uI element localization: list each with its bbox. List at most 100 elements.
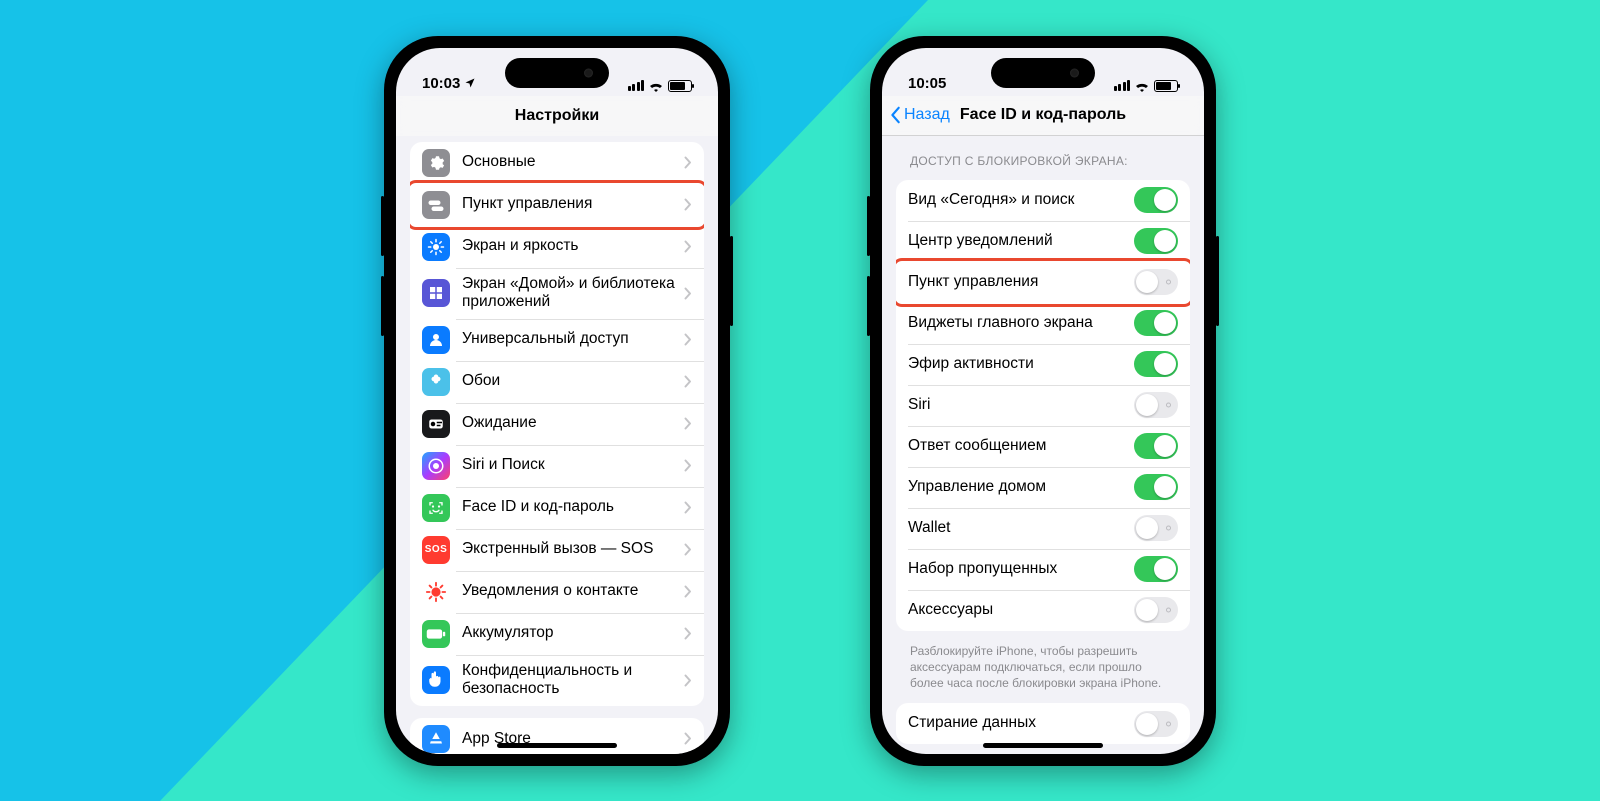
chevron-right-icon: [684, 501, 692, 514]
toggle-return-missed[interactable]: [1134, 556, 1178, 582]
cellular-icon: [1114, 80, 1131, 91]
toggle-reply-msg[interactable]: [1134, 433, 1178, 459]
chevron-right-icon: [684, 375, 692, 388]
row-label: Эфир активности: [908, 355, 1134, 374]
wifi-icon: [1134, 80, 1150, 92]
row-label: Управление домом: [908, 478, 1134, 497]
cellular-icon: [628, 80, 645, 91]
settings-row-privacy[interactable]: Конфиденциальность и безопасность: [410, 655, 704, 706]
toggle-row-siri: Siri: [896, 385, 1190, 426]
row-label: Центр уведомлений: [908, 232, 1134, 251]
faceid-settings-list[interactable]: ДОСТУП С БЛОКИРОВКОЙ ЭКРАНА: Вид «Сегодня…: [882, 136, 1204, 754]
siri-icon: [422, 452, 450, 480]
row-label: Siri и Поиск: [462, 456, 684, 475]
navbar: Назад Face ID и код-пароль: [882, 96, 1204, 136]
settings-row-faceid[interactable]: Face ID и код-пароль: [410, 487, 704, 529]
chevron-right-icon: [684, 459, 692, 472]
toggle-row-return-missed: Набор пропущенных: [896, 549, 1190, 590]
toggle-wallet[interactable]: [1134, 515, 1178, 541]
toggle-today[interactable]: [1134, 187, 1178, 213]
home-indicator[interactable]: [497, 743, 617, 748]
control-center-icon: [422, 191, 450, 219]
toggle-siri[interactable]: [1134, 392, 1178, 418]
settings-row-accessibility[interactable]: Универсальный доступ: [410, 319, 704, 361]
page-title: Face ID и код-пароль: [960, 106, 1126, 124]
accessibility-icon: [422, 326, 450, 354]
toggle-control-center[interactable]: [1134, 269, 1178, 295]
toggle-home-control[interactable]: [1134, 474, 1178, 500]
settings-row-exposure[interactable]: Уведомления о контакте: [410, 571, 704, 613]
settings-row-standby[interactable]: Ожидание: [410, 403, 704, 445]
display-icon: [422, 233, 450, 261]
phone-right: 10:05 Назад Face ID и код-пароль ДОСТУП: [870, 36, 1216, 766]
row-label: Виджеты главного экрана: [908, 314, 1134, 333]
toggle-row-home-widgets: Виджеты главного экрана: [896, 303, 1190, 344]
row-label: Аккумулятор: [462, 624, 684, 643]
settings-row-appstore[interactable]: App Store: [410, 718, 704, 754]
chevron-right-icon: [684, 585, 692, 598]
chevron-right-icon: [684, 333, 692, 346]
settings-row-home-screen[interactable]: Экран «Домой» и библиотека приложений: [410, 268, 704, 319]
settings-row-general[interactable]: Основные: [410, 142, 704, 184]
chevron-right-icon: [684, 627, 692, 640]
sos-icon: SOS: [422, 536, 450, 564]
accessories-footer: Разблокируйте iPhone, чтобы разрешить ак…: [910, 643, 1176, 692]
phone-left: 10:03 Настройки Основные Пункт управления…: [384, 36, 730, 766]
settings-row-control-center[interactable]: Пункт управления: [410, 184, 704, 226]
settings-row-sos[interactable]: SOS Экстренный вызов — SOS: [410, 529, 704, 571]
back-button[interactable]: Назад: [890, 106, 950, 124]
settings-row-display[interactable]: Экран и яркость: [410, 226, 704, 268]
settings-row-battery[interactable]: Аккумулятор: [410, 613, 704, 655]
location-icon: [464, 77, 476, 89]
row-label: Стирание данных: [908, 714, 1134, 733]
row-label: Siri: [908, 396, 1134, 415]
toggle-row-wallet: Wallet: [896, 508, 1190, 549]
dynamic-island: [991, 58, 1095, 88]
settings-row-wallpaper[interactable]: Обои: [410, 361, 704, 403]
lockscreen-access-header: ДОСТУП С БЛОКИРОВКОЙ ЭКРАНА:: [910, 154, 1176, 168]
toggle-row-reply-msg: Ответ сообщением: [896, 426, 1190, 467]
dynamic-island: [505, 58, 609, 88]
settings-list[interactable]: Основные Пункт управления Экран и яркость Э…: [396, 136, 718, 754]
back-label: Назад: [904, 106, 950, 124]
chevron-right-icon: [684, 674, 692, 687]
settings-row-siri[interactable]: Siri и Поиск: [410, 445, 704, 487]
toggle-accessories[interactable]: [1134, 597, 1178, 623]
row-label: Wallet: [908, 519, 1134, 538]
status-time: 10:03: [422, 75, 460, 92]
chevron-right-icon: [684, 287, 692, 300]
row-label: Пункт управления: [908, 273, 1134, 292]
row-label: Ожидание: [462, 414, 684, 433]
row-label: Экран «Домой» и библиотека приложений: [462, 275, 684, 312]
toggle-home-widgets[interactable]: [1134, 310, 1178, 336]
home-indicator[interactable]: [983, 743, 1103, 748]
toggle-live-activities[interactable]: [1134, 351, 1178, 377]
row-label: Обои: [462, 372, 684, 391]
exposure-icon: [422, 578, 450, 606]
row-label: Набор пропущенных: [908, 560, 1134, 579]
toggle-row-erase-data: Стирание данных: [896, 703, 1190, 744]
row-label: Универсальный доступ: [462, 330, 684, 349]
row-label: Вид «Сегодня» и поиск: [908, 191, 1134, 210]
row-label: Конфиденциальность и безопасность: [462, 662, 684, 699]
row-label: Экстренный вызов — SOS: [462, 540, 684, 559]
row-label: Уведомления о контакте: [462, 582, 684, 601]
row-label: Основные: [462, 153, 684, 172]
status-time: 10:05: [908, 75, 946, 92]
standby-icon: [422, 410, 450, 438]
row-label: Экран и яркость: [462, 237, 684, 256]
appstore-icon: [422, 725, 450, 753]
toggle-notif-center[interactable]: [1134, 228, 1178, 254]
general-icon: [422, 149, 450, 177]
chevron-right-icon: [684, 543, 692, 556]
chevron-right-icon: [684, 156, 692, 169]
faceid-icon: [422, 494, 450, 522]
toggle-row-accessories: Аксессуары: [896, 590, 1190, 631]
highlight-control-center: Пункт управления: [896, 262, 1190, 303]
row-label: Аксессуары: [908, 601, 1134, 620]
toggle-row-control-center: Пункт управления: [896, 262, 1190, 303]
navbar: Настройки: [396, 96, 718, 136]
row-label: Face ID и код-пароль: [462, 498, 684, 517]
chevron-right-icon: [684, 198, 692, 211]
toggle-erase-data[interactable]: [1134, 711, 1178, 737]
